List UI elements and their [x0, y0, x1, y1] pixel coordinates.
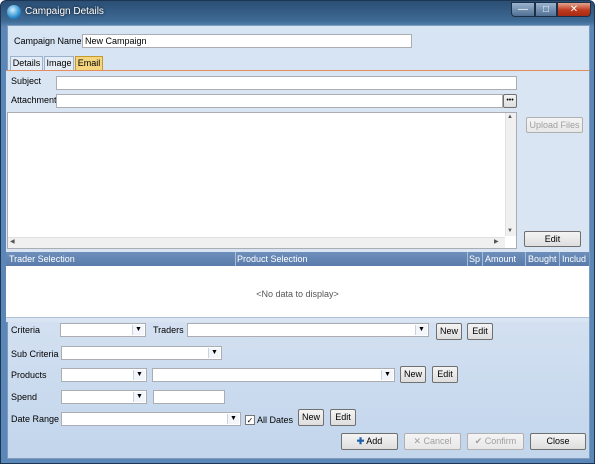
confirm-button[interactable]: ✔ Confirm [467, 433, 524, 450]
scroll-up-icon[interactable]: ▲ [507, 114, 513, 120]
all-dates-label: All Dates [257, 415, 294, 425]
criteria-label: Criteria [11, 325, 41, 335]
sub-criteria-label: Sub Criteria [11, 349, 59, 359]
subject-label: Subject [11, 76, 42, 86]
new-date-range-button[interactable]: New [298, 409, 324, 426]
check-icon: ✔ [474, 436, 483, 446]
cancel-button-label: Cancel [423, 436, 452, 446]
grid-empty-text: <No data to display> [256, 289, 339, 299]
all-dates-checkbox[interactable]: ✓ [245, 415, 255, 425]
edit-product-button[interactable]: Edit [432, 366, 458, 383]
products-label: Products [11, 370, 47, 380]
column-bought[interactable]: Bought [528, 254, 557, 264]
criteria-dropdown[interactable]: ▼ [60, 323, 146, 337]
chevron-down-icon[interactable]: ▼ [133, 392, 145, 402]
email-body-editor[interactable] [7, 112, 517, 249]
vertical-scrollbar[interactable] [505, 113, 516, 236]
close-window-button[interactable]: ✕ [557, 2, 591, 17]
upload-files-button[interactable]: Upload Files [526, 117, 583, 133]
edit-date-range-button[interactable]: Edit [330, 409, 356, 426]
new-trader-button[interactable]: New [436, 323, 462, 340]
campaign-name-input[interactable] [82, 34, 412, 48]
column-trader-selection[interactable]: Trader Selection [9, 254, 75, 264]
spend-amount-input[interactable] [153, 390, 225, 404]
cancel-button[interactable]: ✕ Cancel [404, 433, 461, 450]
column-product-selection[interactable]: Product Selection [237, 254, 308, 264]
chevron-down-icon[interactable]: ▼ [227, 414, 239, 424]
edit-trader-button[interactable]: Edit [467, 323, 493, 340]
sub-criteria-dropdown[interactable]: ▼ [61, 346, 222, 360]
date-range-label: Date Range [11, 414, 60, 424]
grid-body[interactable]: <No data to display> [6, 266, 589, 318]
horizontal-scrollbar[interactable] [8, 237, 505, 248]
spend-operator-dropdown[interactable]: ▼ [61, 390, 147, 404]
edit-email-button[interactable]: Edit [524, 231, 581, 247]
grid-header: Trader Selection Product Selection Sp Am… [6, 252, 589, 266]
tab-image[interactable]: Image [44, 56, 74, 70]
column-amount[interactable]: Amount [485, 254, 516, 264]
campaign-name-label: Campaign Name [14, 36, 82, 46]
chevron-down-icon[interactable]: ▼ [132, 325, 144, 335]
traders-label: Traders [153, 325, 184, 335]
chevron-down-icon[interactable]: ▼ [133, 370, 145, 380]
browse-attachment-button[interactable]: ••• [503, 94, 517, 108]
new-product-button[interactable]: New [400, 366, 426, 383]
spend-label: Spend [11, 392, 38, 402]
column-spend[interactable]: Sp [469, 254, 480, 264]
traders-dropdown[interactable]: ▼ [187, 323, 429, 337]
tab-details[interactable]: Details [10, 56, 43, 70]
title-bar[interactable]: Campaign Details — □ ✕ [1, 1, 595, 23]
chevron-down-icon[interactable]: ▼ [415, 325, 427, 335]
minimize-button[interactable]: — [511, 2, 535, 17]
add-button[interactable]: ✚ Add [341, 433, 398, 450]
close-button[interactable]: Close [530, 433, 586, 450]
products-dropdown[interactable]: ▼ [152, 368, 395, 382]
x-icon: ✕ [413, 436, 421, 446]
date-range-dropdown[interactable]: ▼ [61, 412, 241, 426]
scroll-down-icon[interactable]: ▼ [507, 228, 513, 234]
tab-email[interactable]: Email [75, 56, 103, 70]
chevron-down-icon[interactable]: ▼ [381, 370, 393, 380]
maximize-button[interactable]: □ [535, 2, 557, 17]
add-button-label: Add [366, 436, 383, 446]
scroll-left-icon[interactable]: ◀ [10, 238, 15, 245]
window-title: Campaign Details [25, 6, 104, 17]
scroll-right-icon[interactable]: ▶ [494, 238, 499, 245]
subject-input[interactable] [56, 76, 517, 90]
plus-icon: ✚ [356, 436, 365, 446]
product-category-dropdown[interactable]: ▼ [61, 368, 147, 382]
confirm-button-label: Confirm [484, 436, 517, 446]
chevron-down-icon[interactable]: ▼ [208, 348, 220, 358]
attachment-label: Attachment [11, 95, 57, 105]
column-include[interactable]: Includ [562, 254, 586, 264]
app-icon [7, 5, 21, 19]
attachment-input[interactable] [56, 94, 503, 108]
